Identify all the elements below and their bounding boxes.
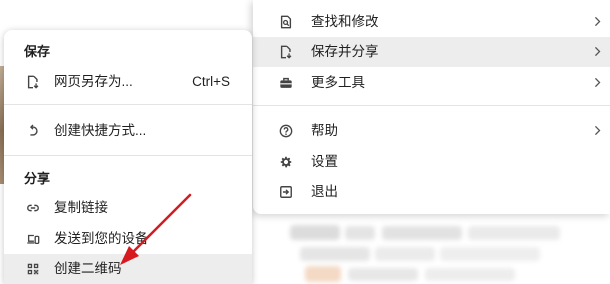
menu-item-help[interactable]: 帮助 bbox=[253, 116, 610, 146]
blurred-background-content bbox=[425, 268, 515, 281]
menu-item-find-edit[interactable]: 查找和修改 bbox=[253, 7, 610, 37]
submenu-item-label: 网页另存为... bbox=[54, 74, 133, 89]
chevron-right-icon bbox=[594, 125, 601, 136]
submenu-item-label: 复制链接 bbox=[54, 200, 108, 215]
submenu-item-create-shortcut[interactable]: 创建快捷方式... bbox=[4, 116, 252, 146]
menu-divider bbox=[253, 105, 610, 106]
blurred-background-content bbox=[440, 247, 540, 261]
save-page-icon bbox=[26, 75, 40, 89]
menu-item-label: 退出 bbox=[311, 184, 338, 199]
chevron-right-icon bbox=[594, 77, 601, 88]
menu-item-exit[interactable]: 退出 bbox=[253, 177, 610, 207]
menu-item-label: 帮助 bbox=[311, 123, 338, 138]
menu-item-more-tools[interactable]: 更多工具 bbox=[253, 68, 610, 98]
blurred-background-content bbox=[345, 226, 375, 240]
blurred-background-content bbox=[300, 247, 370, 261]
link-icon bbox=[26, 201, 40, 215]
blurred-background-content bbox=[468, 226, 560, 240]
chrome-main-menu: 查找和修改 保存并分享 更多工具 帮助 设置 退出 bbox=[253, 0, 610, 214]
section-heading-save: 保存 bbox=[24, 44, 51, 59]
gear-icon bbox=[279, 155, 293, 169]
submenu-item-create-qr-code[interactable]: 创建二维码 bbox=[4, 254, 252, 284]
menu-item-label: 更多工具 bbox=[311, 75, 365, 90]
submenu-item-label: 创建快捷方式... bbox=[54, 123, 147, 138]
menu-item-save-share[interactable]: 保存并分享 bbox=[253, 37, 610, 67]
save-share-icon bbox=[279, 45, 293, 59]
chevron-right-icon bbox=[594, 46, 601, 57]
keyboard-shortcut: Ctrl+S bbox=[192, 74, 230, 89]
submenu-divider bbox=[4, 104, 252, 105]
blurred-background-content bbox=[375, 247, 435, 261]
find-edit-icon bbox=[279, 15, 293, 29]
blurred-background-content bbox=[305, 266, 341, 282]
menu-item-label: 查找和修改 bbox=[311, 14, 379, 29]
submenu-item-copy-link[interactable]: 复制链接 bbox=[4, 193, 252, 223]
blurred-background-content bbox=[382, 226, 462, 240]
devices-icon bbox=[26, 232, 40, 246]
chevron-right-icon bbox=[594, 16, 601, 27]
submenu-item-label: 发送到您的设备 bbox=[54, 231, 149, 246]
toolbox-icon bbox=[279, 76, 293, 90]
menu-item-label: 保存并分享 bbox=[311, 44, 379, 59]
submenu-item-label: 创建二维码 bbox=[54, 261, 122, 276]
exit-icon bbox=[279, 185, 293, 199]
shortcut-icon bbox=[26, 124, 40, 138]
menu-item-settings[interactable]: 设置 bbox=[253, 147, 610, 177]
submenu-item-send-to-devices[interactable]: 发送到您的设备 bbox=[4, 224, 252, 254]
save-share-submenu: 保存 网页另存为... Ctrl+S 创建快捷方式... 分享 复制链接 发送到… bbox=[4, 30, 252, 284]
qr-code-icon bbox=[26, 262, 40, 276]
menu-item-label: 设置 bbox=[311, 154, 338, 169]
submenu-divider bbox=[4, 155, 252, 156]
blurred-background-content bbox=[348, 268, 418, 281]
help-icon bbox=[279, 124, 293, 138]
section-heading-share: 分享 bbox=[24, 171, 51, 186]
blurred-background-content bbox=[290, 225, 340, 240]
submenu-item-save-page-as[interactable]: 网页另存为... Ctrl+S bbox=[4, 67, 252, 97]
